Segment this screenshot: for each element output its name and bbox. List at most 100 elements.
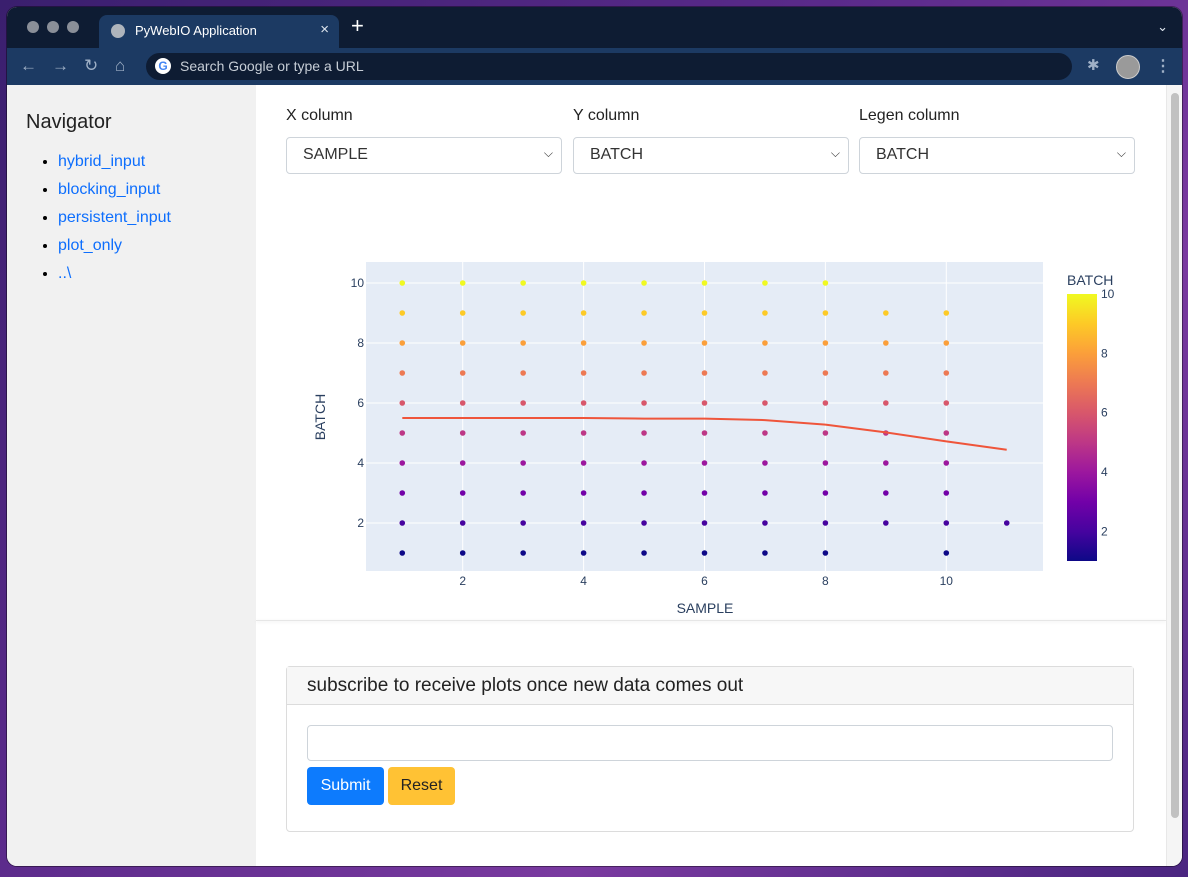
scatter-point	[580, 490, 587, 496]
zoom-window-dot[interactable]	[67, 21, 79, 33]
x-tick-label: 10	[940, 574, 954, 588]
colorbar-title: BATCH	[1067, 272, 1113, 288]
scatter-point	[943, 490, 950, 496]
scatter-point	[762, 520, 768, 526]
scatter-point	[459, 430, 466, 436]
scatter-point	[520, 460, 526, 466]
reset-button[interactable]: Reset	[388, 767, 455, 805]
y-column-select[interactable]: BATCH ⌵	[573, 137, 849, 174]
nav-link-plot-only[interactable]: plot_only	[58, 237, 122, 254]
x-tick-label: 2	[459, 574, 466, 588]
scatter-point	[520, 430, 526, 436]
scatter-point	[520, 550, 526, 556]
legend-column-value: BATCH	[876, 146, 930, 163]
y-tick-label: 6	[357, 396, 364, 410]
scatter-point	[520, 490, 526, 496]
profile-avatar[interactable]	[1116, 55, 1140, 79]
scatter-point	[943, 550, 950, 556]
nav-link-hybrid-input[interactable]: hybrid_input	[58, 153, 145, 170]
scatter-point	[459, 400, 466, 406]
scatter-point	[399, 460, 406, 466]
y-tick-label: 8	[357, 336, 364, 350]
scatter-point	[762, 430, 768, 436]
scatter-point	[943, 400, 950, 406]
scatter-point	[762, 400, 768, 406]
y-column-label: Y column	[573, 107, 640, 124]
reload-icon[interactable]: ↻	[84, 56, 98, 76]
scatter-point	[943, 430, 950, 436]
subscribe-input[interactable]	[307, 725, 1113, 761]
scatter-point	[762, 310, 768, 316]
browser-menu-icon[interactable]: ⋮	[1155, 56, 1171, 76]
forward-icon[interactable]: →	[52, 56, 69, 76]
scatter-point	[762, 550, 768, 556]
scatter-point	[459, 310, 466, 316]
y-tick-label: 4	[357, 456, 364, 470]
scatter-point	[822, 400, 829, 406]
address-placeholder: Search Google or type a URL	[180, 58, 364, 74]
scatter-point	[641, 430, 647, 436]
nav-item-parent: ..\	[58, 264, 171, 292]
navigator-list: hybrid_input blocking_input persistent_i…	[38, 152, 171, 292]
scatter-point	[641, 520, 647, 526]
scatter-point	[883, 490, 889, 496]
scatter-point	[641, 370, 647, 376]
scatter-point	[883, 370, 889, 376]
tab-search-chevron-icon[interactable]: ⌄	[1157, 19, 1168, 35]
scatter-point	[459, 520, 466, 526]
scatter-point	[883, 340, 889, 346]
scatter-point	[701, 370, 708, 376]
home-icon[interactable]: ⌂	[115, 56, 125, 76]
colorbar-tick-label: 2	[1101, 524, 1108, 538]
close-window-dot[interactable]	[27, 21, 39, 33]
scatter-point	[701, 460, 708, 466]
scatter-point	[580, 520, 587, 526]
google-icon: G	[155, 58, 171, 74]
colorbar-tick-label: 8	[1101, 346, 1108, 360]
submit-button[interactable]: Submit	[307, 767, 384, 805]
scatter-point	[641, 490, 647, 496]
scatter-point	[520, 340, 526, 346]
scatter-point	[399, 490, 406, 496]
minimize-window-dot[interactable]	[47, 21, 59, 33]
scatter-point	[822, 310, 829, 316]
colorbar-tick-label: 10	[1101, 287, 1115, 301]
scatter-point	[762, 460, 768, 466]
navigator-sidebar: Navigator hybrid_input blocking_input pe…	[7, 85, 256, 866]
x-column-select[interactable]: SAMPLE ⌵	[286, 137, 562, 174]
chevron-down-icon: ⌵	[830, 146, 840, 160]
legend-column-select[interactable]: BATCH ⌵	[859, 137, 1135, 174]
scatter-plot[interactable]: 2 4 6 8 10 2 4 6 8 10 SAMPLE BATCH BATCH 2 4 6 8 10	[256, 245, 1166, 625]
scatter-point	[580, 310, 587, 316]
address-bar[interactable]: G Search Google or type a URL	[146, 53, 1072, 80]
scatter-point	[943, 310, 950, 316]
scatter-point	[399, 340, 406, 346]
scatter-point	[822, 490, 829, 496]
nav-link-persistent-input[interactable]: persistent_input	[58, 209, 171, 226]
scatter-point	[883, 460, 889, 466]
extensions-icon[interactable]: ✱	[1087, 56, 1100, 74]
scatter-point	[399, 430, 406, 436]
tab-close-icon[interactable]: ×	[320, 21, 329, 38]
scatter-point	[580, 400, 587, 406]
scatter-point	[520, 310, 526, 316]
nav-link-blocking-input[interactable]: blocking_input	[58, 181, 160, 198]
subscribe-card-header: subscribe to receive plots once new data…	[287, 667, 1133, 705]
scatter-point	[399, 520, 406, 526]
colorbar-tick-label: 4	[1101, 465, 1108, 479]
nav-link-parent[interactable]: ..\	[58, 265, 71, 282]
scrollbar-thumb[interactable]	[1171, 93, 1179, 818]
browser-tab[interactable]: PyWebIO Application ×	[99, 15, 339, 48]
colorbar	[1067, 294, 1097, 561]
new-tab-icon[interactable]: +	[351, 15, 364, 37]
scatter-point	[883, 400, 889, 406]
scatter-point	[641, 280, 647, 286]
y-axis-title: BATCH	[312, 394, 328, 440]
back-icon[interactable]: ←	[20, 56, 37, 76]
nav-item-plot-only: plot_only	[58, 236, 171, 264]
legend-column-label: Legen column	[859, 107, 960, 124]
scatter-point	[459, 340, 466, 346]
scatter-point	[701, 490, 708, 496]
scatter-point	[459, 490, 466, 496]
page-scrollbar[interactable]	[1166, 85, 1182, 866]
